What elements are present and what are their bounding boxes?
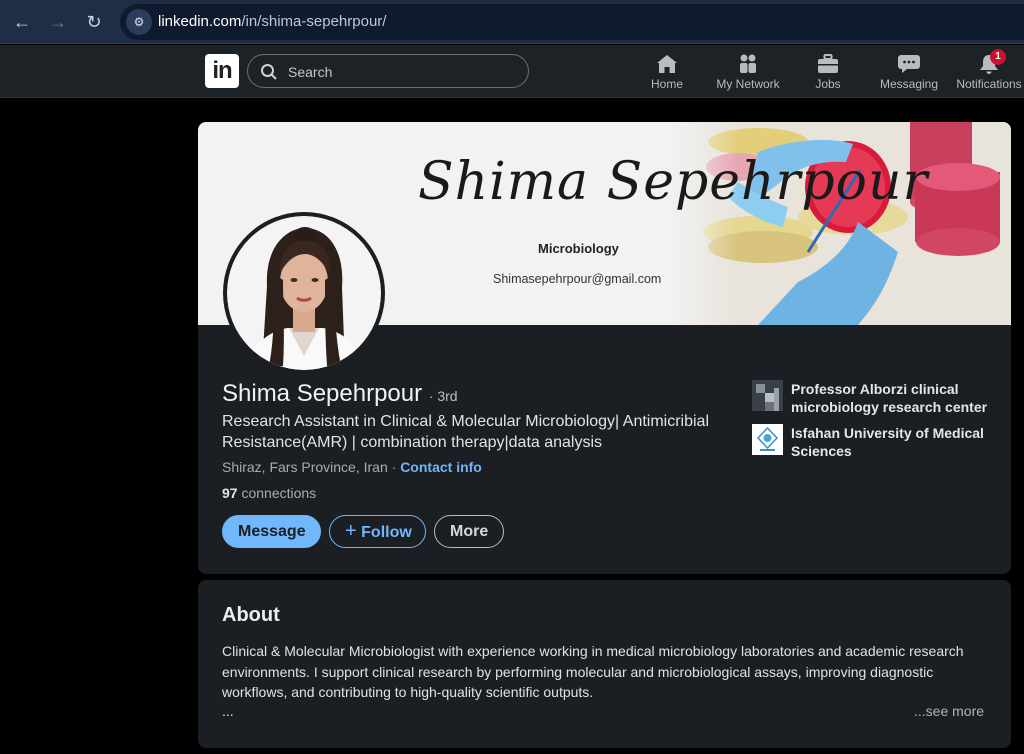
plus-icon: + bbox=[345, 520, 357, 542]
notification-badge: 1 bbox=[990, 49, 1006, 65]
nav-notifications-label: Notifications bbox=[956, 77, 1022, 91]
profile-name-text: Shima Sepehrpour bbox=[222, 380, 423, 407]
profile-avatar[interactable] bbox=[223, 212, 385, 374]
nav-home[interactable]: Home bbox=[647, 49, 687, 97]
isfahan-university-logo bbox=[752, 424, 783, 455]
nav-my-network[interactable]: My Network bbox=[712, 49, 784, 97]
profile-location: Shiraz, Fars Province, Iran · Contact in… bbox=[222, 459, 482, 475]
about-ellipsis: ... bbox=[222, 703, 234, 719]
nav-jobs[interactable]: Jobs bbox=[812, 49, 844, 97]
profile-headline: Research Assistant in Clinical & Molecul… bbox=[222, 413, 710, 451]
nav-my-network-label: My Network bbox=[716, 77, 780, 91]
location-text: Shiraz, Fars Province, Iran bbox=[222, 459, 388, 475]
profile-name: Shima Sepehrpour · 3rd bbox=[222, 380, 458, 408]
message-button[interactable]: Message bbox=[222, 515, 321, 548]
search-input[interactable] bbox=[288, 61, 518, 83]
address-bar[interactable]: ⚙ linkedin.com/in/shima-sepehrpour/ bbox=[120, 4, 1024, 40]
more-button[interactable]: More bbox=[434, 515, 504, 548]
profile-photo bbox=[227, 216, 381, 370]
org-name-isfahan: Isfahan University of Medical Sciences bbox=[791, 425, 984, 459]
site-settings-icon[interactable]: ⚙ bbox=[126, 9, 152, 35]
about-card: About Clinical & Molecular Microbiologis… bbox=[198, 580, 1011, 748]
linkedin-logo[interactable]: in bbox=[205, 54, 239, 88]
connections-number: 97 bbox=[222, 485, 238, 501]
follow-button[interactable]: + Follow bbox=[329, 515, 426, 548]
location-separator: · bbox=[391, 459, 397, 475]
follow-label: Follow bbox=[361, 524, 412, 541]
nav-messaging-label: Messaging bbox=[879, 77, 939, 91]
briefcase-icon bbox=[818, 54, 838, 73]
about-title: About bbox=[222, 604, 280, 626]
chat-icon bbox=[898, 55, 920, 73]
banner-subtitle: Microbiology bbox=[538, 241, 619, 256]
reload-icon[interactable]: ↻ bbox=[80, 8, 108, 36]
nav-jobs-label: Jobs bbox=[815, 77, 841, 91]
see-more-link[interactable]: ...see more bbox=[914, 703, 984, 719]
network-icon bbox=[740, 54, 756, 73]
forward-arrow-icon[interactable]: → bbox=[44, 8, 72, 36]
home-icon bbox=[657, 55, 677, 73]
browser-toolbar: ← → ↻ ⚙ linkedin.com/in/shima-sepehrpour… bbox=[0, 0, 1024, 44]
search-box[interactable] bbox=[247, 54, 529, 88]
url-text[interactable]: linkedin.com/in/shima-sepehrpour/ bbox=[158, 13, 386, 30]
connections-count[interactable]: 97 connections bbox=[222, 485, 316, 501]
nav-home-label: Home bbox=[650, 77, 683, 91]
banner-signature: Shima Sepehrpour bbox=[418, 152, 929, 212]
banner-email: Shimasepehrpour@gmail.com bbox=[493, 272, 662, 286]
profile-card: Shima Sepehrpour Microbiology Shimasepeh… bbox=[198, 122, 1011, 574]
linkedin-header: in Home My Network Jobs bbox=[0, 45, 1024, 98]
alborzi-center-logo bbox=[752, 380, 783, 411]
org-name-alborzi: Professor Alborzi clinical microbiology … bbox=[791, 381, 988, 415]
connections-label: connections bbox=[241, 485, 317, 501]
nav-messaging[interactable]: Messaging bbox=[876, 49, 942, 97]
nav-notifications[interactable]: 1 Notifications bbox=[954, 49, 1024, 97]
search-icon bbox=[261, 64, 277, 80]
connection-degree: · 3rd bbox=[428, 388, 458, 404]
about-text: Clinical & Molecular Microbiologist with… bbox=[222, 643, 964, 700]
back-arrow-icon[interactable]: ← bbox=[8, 8, 36, 36]
contact-info-link[interactable]: Contact info bbox=[400, 459, 482, 475]
